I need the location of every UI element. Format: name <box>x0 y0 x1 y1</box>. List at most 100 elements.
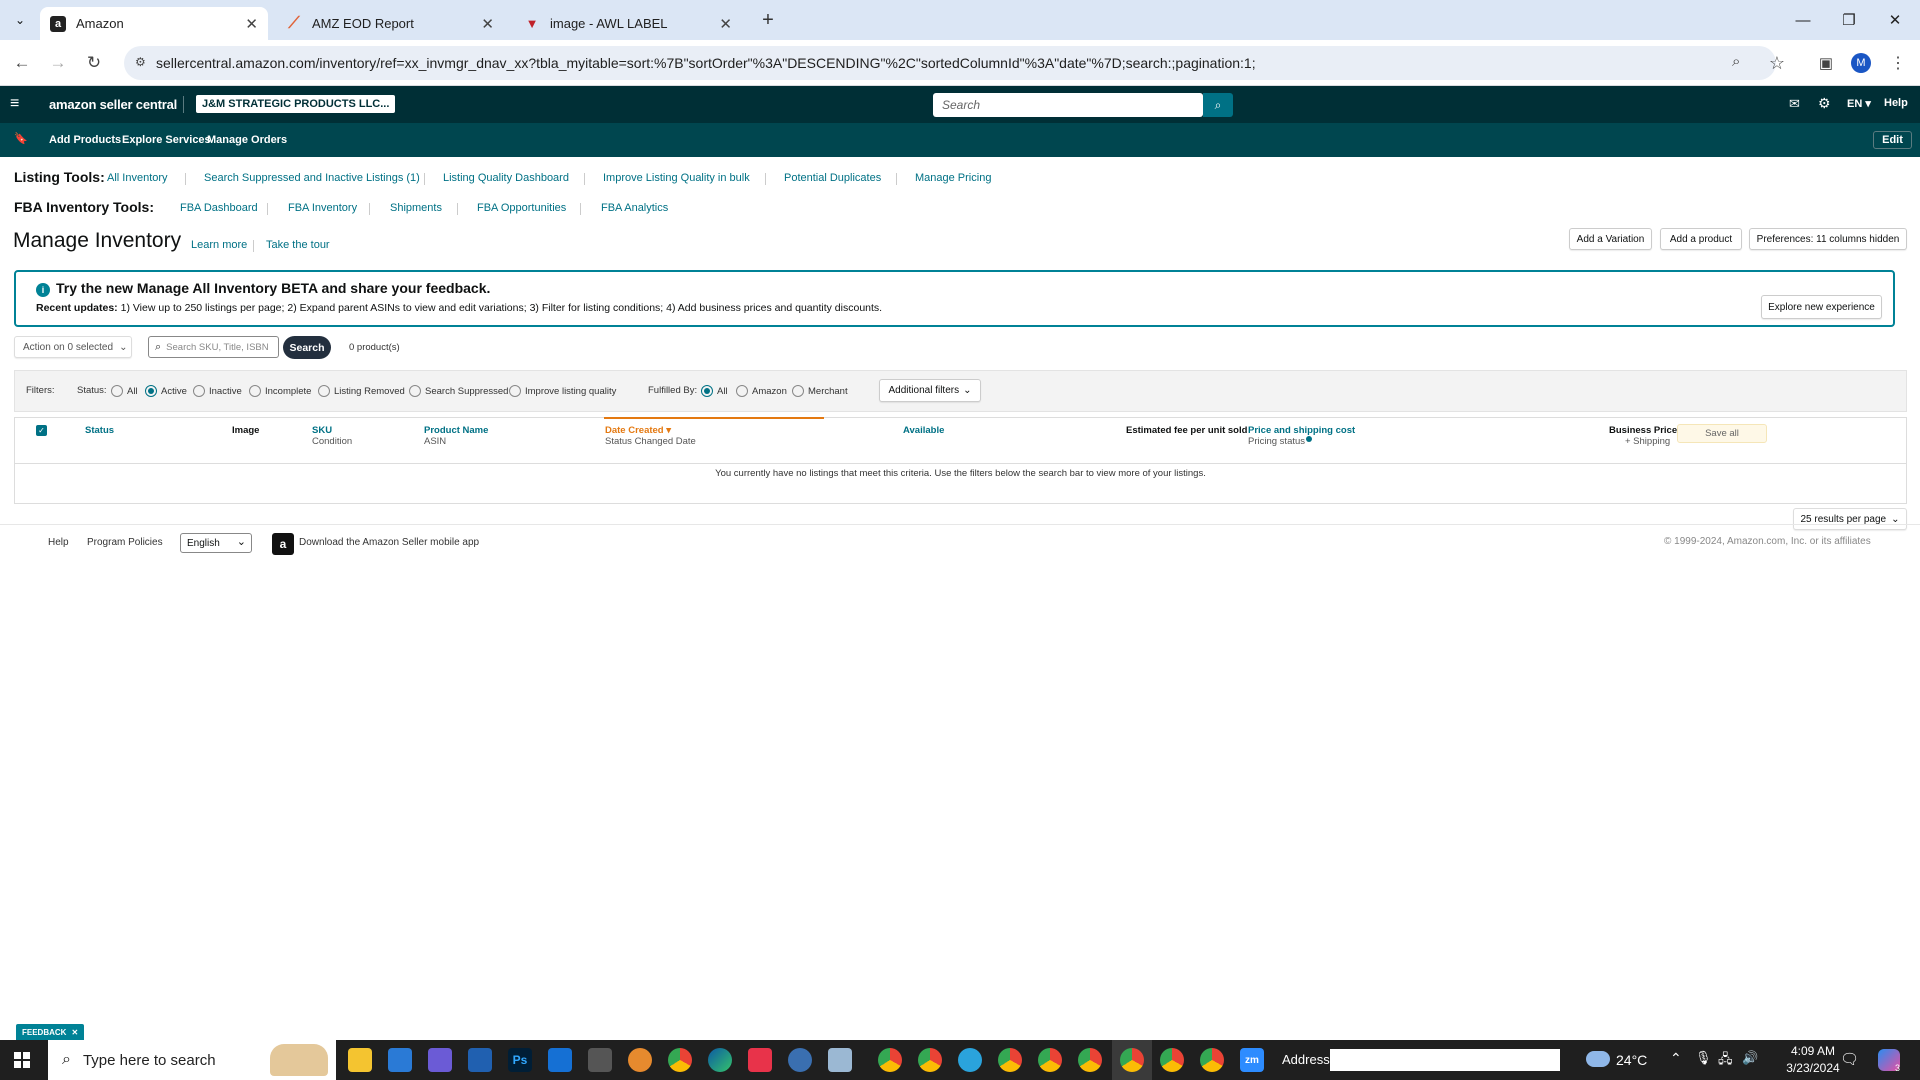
mail-icon[interactable] <box>548 1048 572 1072</box>
fulfilled-all-radio[interactable]: All <box>701 385 728 397</box>
app-icon[interactable] <box>468 1048 492 1072</box>
footer-program-policies-link[interactable]: Program Policies <box>87 537 163 548</box>
status-all-radio[interactable]: All <box>111 385 138 397</box>
status-inactive-radio[interactable]: Inactive <box>193 385 242 397</box>
chrome-profile-icon[interactable] <box>1120 1048 1144 1072</box>
close-tab-icon[interactable]: ✕ <box>245 15 258 33</box>
bookmark-star-icon[interactable]: ☆ <box>1762 48 1792 78</box>
preferences-button[interactable]: Preferences: 11 columns hidden <box>1749 228 1907 250</box>
chrome-icon[interactable] <box>668 1048 692 1072</box>
mail-icon[interactable]: ✉ <box>1789 96 1800 112</box>
take-tour-link[interactable]: Take the tour <box>266 239 330 251</box>
search-button[interactable]: Search <box>283 336 331 359</box>
file-explorer-icon[interactable] <box>348 1048 372 1072</box>
col-price-shipping[interactable]: Price and shipping cost <box>1248 425 1355 436</box>
chrome-profile-icon[interactable] <box>998 1048 1022 1072</box>
link-fba-dashboard[interactable]: FBA Dashboard <box>180 202 258 214</box>
windows-start-icon[interactable] <box>14 1052 30 1068</box>
new-tab-icon[interactable]: + <box>756 8 780 32</box>
header-search-input[interactable]: Search <box>933 93 1203 117</box>
link-improve-listing-quality[interactable]: Improve Listing Quality in bulk <box>603 172 750 184</box>
subnav-add-products[interactable]: Add Products <box>49 134 121 146</box>
photoshop-icon[interactable]: Ps <box>508 1048 532 1072</box>
fulfilled-merchant-radio[interactable]: Merchant <box>792 385 848 397</box>
browser-menu-icon[interactable]: ⋮ <box>1883 48 1913 78</box>
link-fba-opportunities[interactable]: FBA Opportunities <box>477 202 566 214</box>
reload-icon[interactable]: ↻ <box>79 48 109 78</box>
chrome-profile-icon[interactable] <box>1160 1048 1184 1072</box>
clock-date[interactable]: 3/23/2024 <box>1776 1061 1850 1075</box>
link-potential-duplicates[interactable]: Potential Duplicates <box>784 172 881 184</box>
subnav-manage-orders[interactable]: Manage Orders <box>207 134 287 146</box>
footer-language-select[interactable]: English ⌄ <box>180 533 252 553</box>
add-variation-button[interactable]: Add a Variation <box>1569 228 1652 250</box>
weather-cloud-icon[interactable] <box>1586 1051 1610 1067</box>
chrome-profile-icon[interactable] <box>1038 1048 1062 1072</box>
inventory-search-input[interactable]: ⌕ Search SKU, Title, ISBN <box>148 336 279 358</box>
telegram-icon[interactable] <box>958 1048 982 1072</box>
app-icon[interactable] <box>748 1048 772 1072</box>
col-available[interactable]: Available <box>903 425 944 436</box>
clock-time[interactable]: 4:09 AM <box>1776 1044 1850 1058</box>
zoom-icon[interactable]: ⌕ <box>1732 53 1740 70</box>
app-icon[interactable] <box>628 1048 652 1072</box>
save-all-button[interactable]: Save all <box>1677 424 1767 443</box>
explore-new-experience-button[interactable]: Explore new experience <box>1761 295 1882 319</box>
learn-more-link[interactable]: Learn more <box>191 239 247 251</box>
hamburger-menu-icon[interactable]: ≡ <box>10 95 19 113</box>
app-icon[interactable] <box>828 1048 852 1072</box>
site-info-icon[interactable]: ⚙ <box>135 55 146 69</box>
link-all-inventory[interactable]: All Inventory <box>107 172 168 184</box>
action-select[interactable]: Action on 0 selected ⌄ <box>14 336 132 358</box>
status-search-suppressed-radio[interactable]: Search Suppressed <box>409 385 508 397</box>
tab-amz-eod-report[interactable]: ⟋ AMZ EOD Report ✕ <box>276 7 504 40</box>
url-bar[interactable]: ⚙ sellercentral.amazon.com/inventory/ref… <box>124 46 1776 80</box>
volume-icon[interactable]: 🔊 <box>1742 1050 1758 1066</box>
network-icon[interactable]: 🖧 <box>1718 1050 1733 1072</box>
link-manage-pricing[interactable]: Manage Pricing <box>915 172 991 184</box>
edge-icon[interactable] <box>708 1048 732 1072</box>
download-app-link[interactable]: Download the Amazon Seller mobile app <box>299 537 479 548</box>
temperature[interactable]: 24°C <box>1616 1052 1647 1068</box>
results-per-page-select[interactable]: 25 results per page ⌄ <box>1793 508 1907 530</box>
chrome-profile-icon[interactable] <box>1078 1048 1102 1072</box>
store-selector[interactable]: J&M STRATEGIC PRODUCTS LLC... <box>196 95 396 113</box>
status-incomplete-radio[interactable]: Incomplete <box>249 385 311 397</box>
status-active-radio[interactable]: Active <box>145 385 187 397</box>
link-shipments[interactable]: Shipments <box>390 202 442 214</box>
app-icon[interactable] <box>428 1048 452 1072</box>
tab-search-chevron-icon[interactable]: ⌄ <box>8 9 32 31</box>
forward-icon[interactable]: → <box>43 48 73 78</box>
close-tab-icon[interactable]: ✕ <box>481 15 494 33</box>
additional-filters-button[interactable]: Additional filters ⌄ <box>879 379 981 402</box>
back-icon[interactable]: ← <box>7 48 37 78</box>
tray-chevron-icon[interactable]: ⌃ <box>1670 1050 1682 1067</box>
language-selector[interactable]: EN ▾ <box>1847 97 1871 110</box>
col-status[interactable]: Status <box>85 425 114 436</box>
status-improve-quality-radio[interactable]: Improve listing quality <box>509 385 616 397</box>
add-product-button[interactable]: Add a product <box>1660 228 1742 250</box>
edit-nav-button[interactable]: Edit <box>1873 131 1912 149</box>
col-product-name[interactable]: Product Name <box>424 425 488 436</box>
link-fba-inventory[interactable]: FBA Inventory <box>288 202 357 214</box>
tab-image-awl-label[interactable]: ▼ image - AWL LABEL ✕ <box>514 7 742 40</box>
taskbar-search[interactable]: ⌕ Type here to search <box>48 1040 336 1080</box>
fulfilled-amazon-radio[interactable]: Amazon <box>736 385 787 397</box>
chrome-profile-icon[interactable] <box>918 1048 942 1072</box>
notifications-icon[interactable]: 🗨 <box>1840 1050 1859 1068</box>
logo[interactable]: amazon seller central <box>49 97 177 112</box>
restore-icon[interactable]: ❐ <box>1826 0 1872 40</box>
bookmark-icon[interactable]: 🔖 <box>14 132 28 145</box>
link-listing-quality-dashboard[interactable]: Listing Quality Dashboard <box>443 172 569 184</box>
zoom-app-icon[interactable]: zm <box>1240 1048 1264 1072</box>
feedback-tab[interactable]: FEEDBACK ✕ <box>16 1024 85 1040</box>
link-search-suppressed[interactable]: Search Suppressed and Inactive Listings … <box>204 172 420 184</box>
col-sku[interactable]: SKU <box>312 425 332 436</box>
help-link[interactable]: Help <box>1884 97 1908 109</box>
header-search-button[interactable]: ⌕ <box>1203 93 1233 117</box>
col-date-created[interactable]: Date Created ▾ <box>605 425 671 436</box>
microphone-icon[interactable]: 🎙 <box>1695 1050 1712 1066</box>
close-icon[interactable]: ✕ <box>71 1028 78 1037</box>
microsoft-store-icon[interactable] <box>388 1048 412 1072</box>
settings-gear-icon[interactable]: ⚙ <box>1818 95 1831 112</box>
